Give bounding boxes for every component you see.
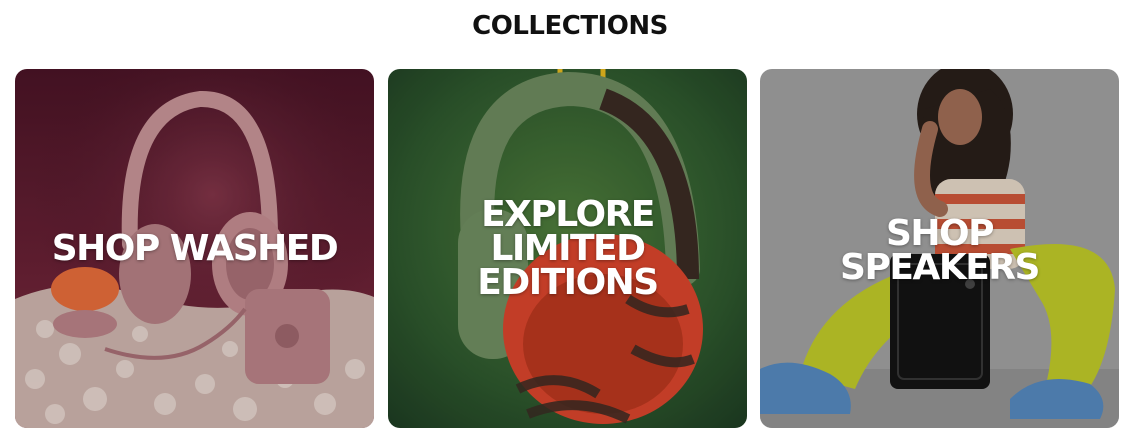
card-label-washed: SHOP WASHED <box>51 227 339 269</box>
card-label-limited-editions: EXPLORE LIMITED EDITIONS <box>477 193 659 303</box>
section-title: COLLECTIONS <box>472 11 668 41</box>
card-label-speakers: SHOP SPEAKERS <box>840 212 1040 288</box>
collection-card-washed[interactable]: SHOP WASHED <box>15 69 374 428</box>
collections-section: COLLECTIONS SHOP WASHED EXPLORE LIMITED … <box>0 0 1140 441</box>
collection-card-speakers[interactable]: SHOP SPEAKERS <box>760 69 1119 428</box>
collection-card-limited-editions[interactable]: EXPLORE LIMITED EDITIONS <box>388 69 747 428</box>
